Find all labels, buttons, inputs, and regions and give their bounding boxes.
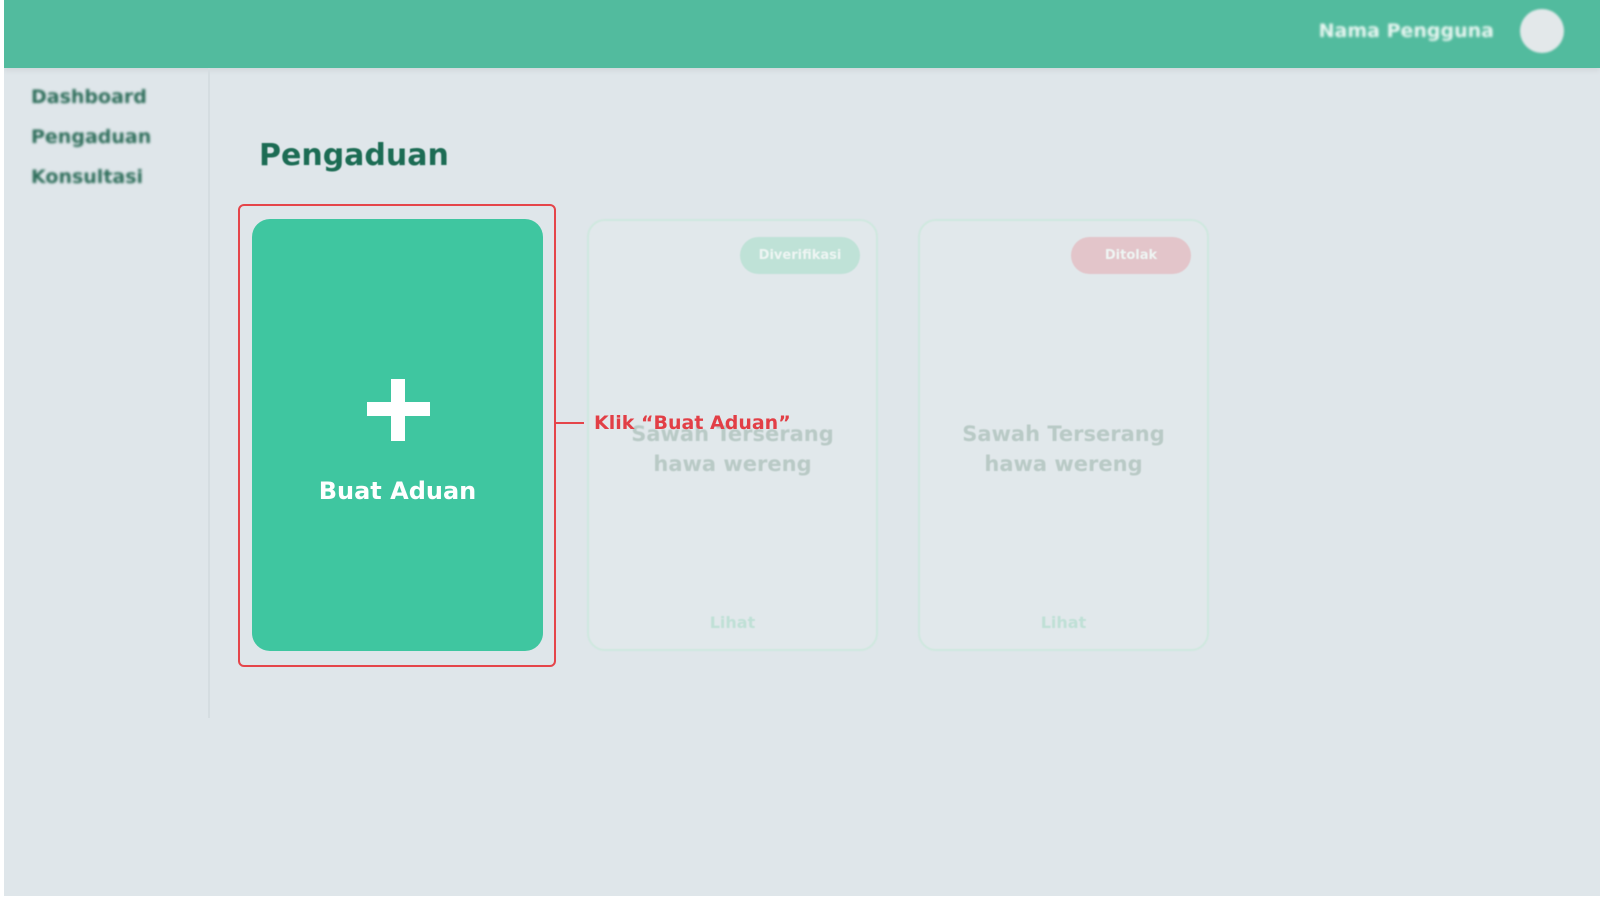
view-link[interactable]: Lihat (920, 613, 1207, 632)
status-badge: Diverifikasi (740, 237, 860, 274)
page-title: Pengaduan (259, 138, 449, 173)
complaint-title-line-2: hawa wereng (653, 452, 812, 476)
sidebar-item-pengaduan[interactable]: Pengaduan (31, 126, 151, 148)
view-link[interactable]: Lihat (589, 613, 876, 632)
complaint-card[interactable]: Diverifikasi Sawah Terserang hawa wereng… (587, 219, 878, 651)
user-name[interactable]: Nama Pengguna (1319, 20, 1494, 42)
sidebar: Dashboard Pengaduan Konsultasi (4, 68, 210, 718)
top-header: Nama Pengguna (4, 0, 1600, 68)
complaint-title-line-1: Sawah Terserang (962, 422, 1165, 446)
annotation-callout: Klik “Buat Aduan” (594, 412, 791, 434)
annotation-highlight-box (238, 204, 556, 667)
status-badge: Ditolak (1071, 237, 1191, 274)
complaint-title-line-2: hawa wereng (984, 452, 1143, 476)
user-avatar-icon[interactable] (1520, 9, 1564, 53)
sidebar-item-dashboard[interactable]: Dashboard (31, 86, 147, 108)
complaint-title: Sawah Terserang hawa wereng (920, 419, 1207, 479)
annotation-connector-line (556, 422, 584, 424)
complaint-card[interactable]: Ditolak Sawah Terserang hawa wereng Liha… (918, 219, 1209, 651)
app-window: Nama Pengguna Dashboard Pengaduan Konsul… (4, 0, 1600, 896)
sidebar-item-konsultasi[interactable]: Konsultasi (31, 166, 143, 188)
